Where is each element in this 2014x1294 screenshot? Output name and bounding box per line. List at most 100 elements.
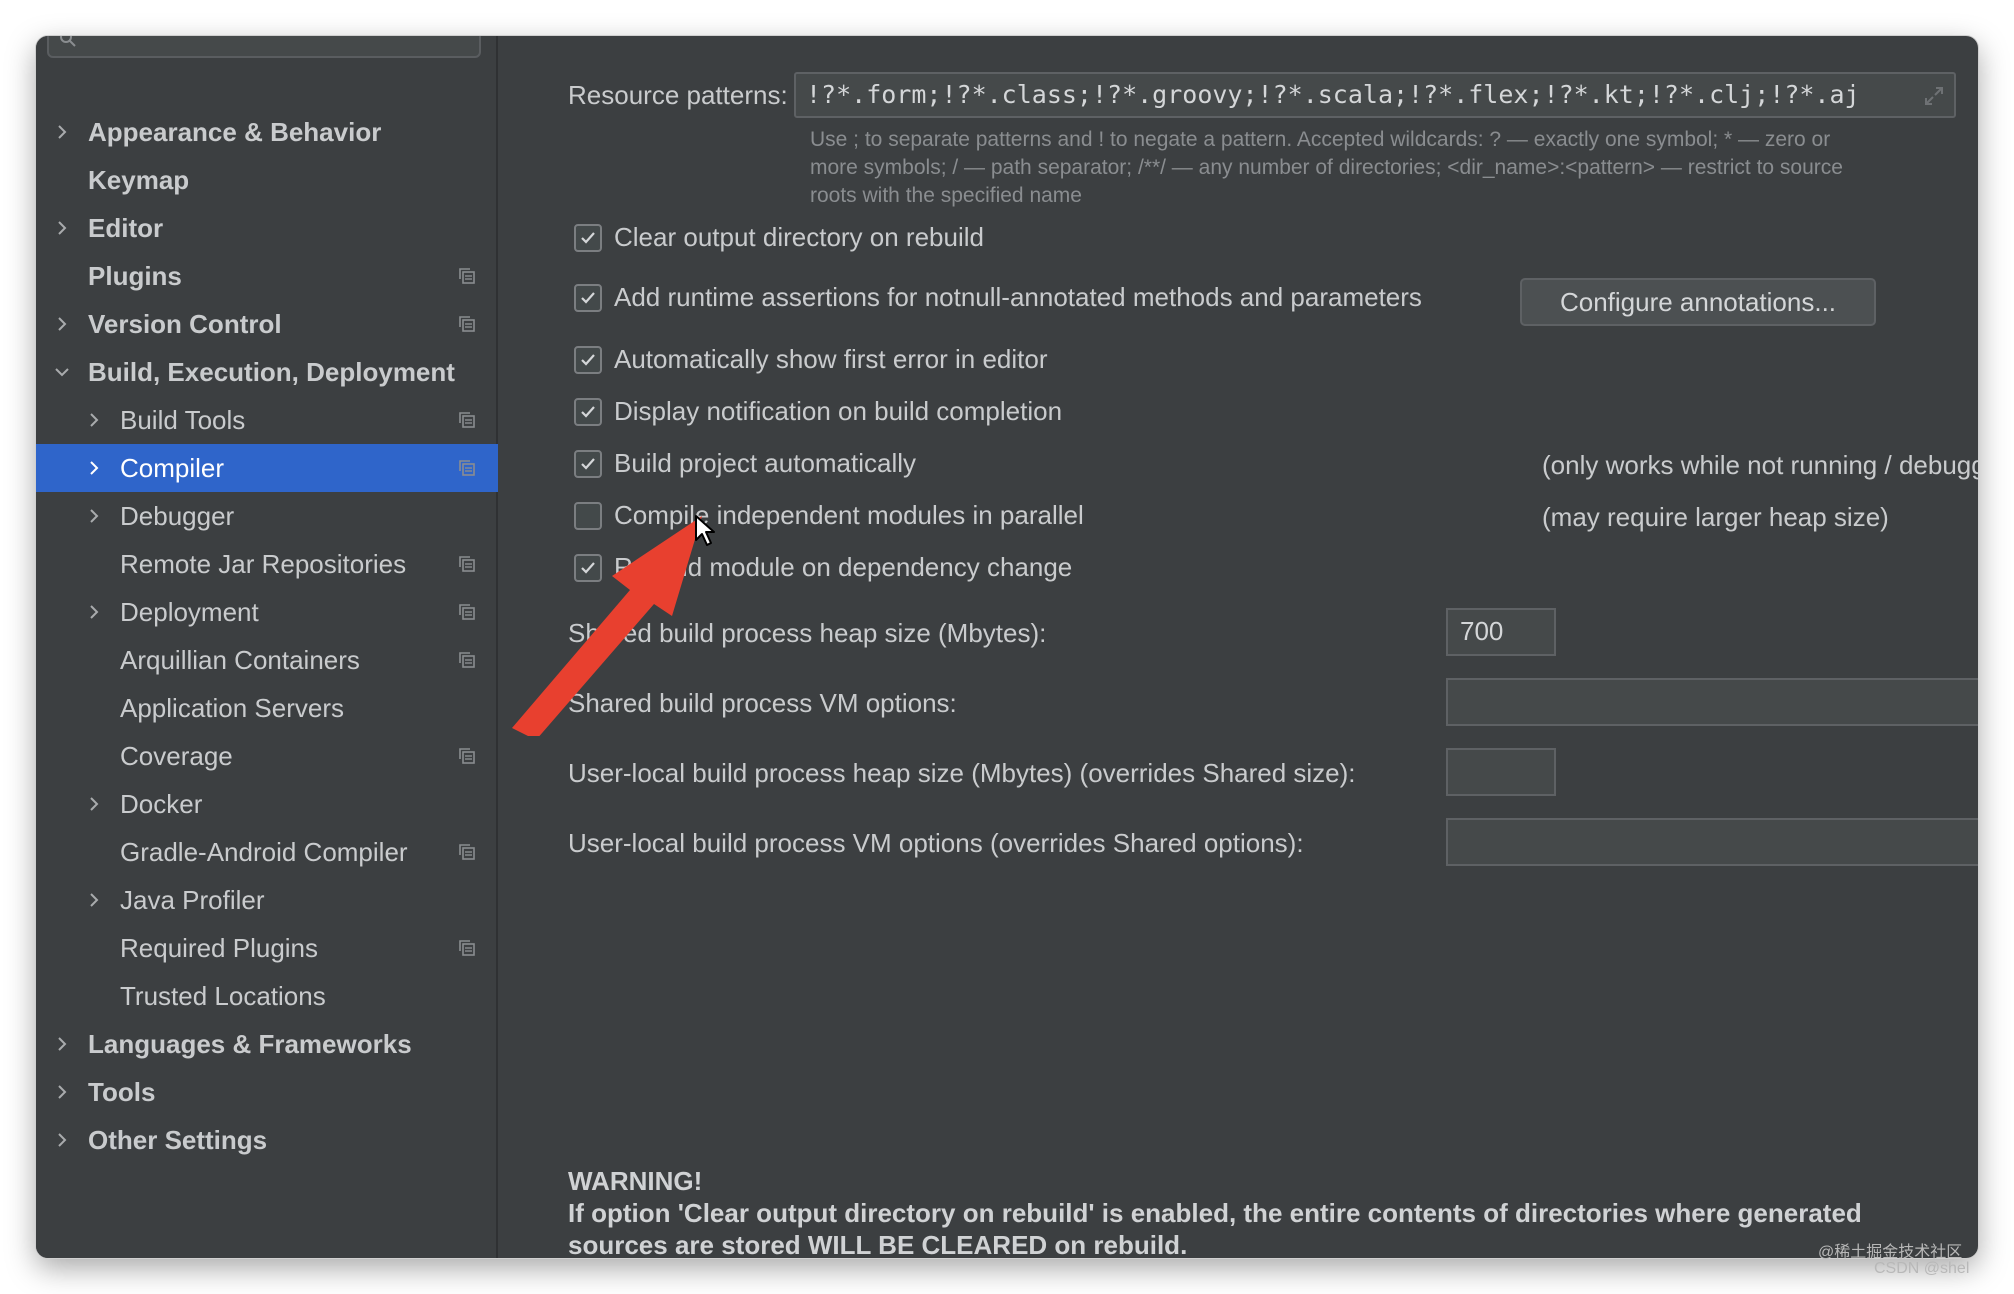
sidebar-item-label: Version Control bbox=[88, 309, 282, 339]
parallel-note: (may require larger heap size) bbox=[1542, 502, 1889, 532]
sidebar-item-compiler[interactable]: Compiler bbox=[36, 444, 498, 492]
checkmark-icon bbox=[581, 292, 595, 304]
chevron-right-icon[interactable] bbox=[84, 458, 104, 478]
project-level-icon bbox=[459, 652, 475, 668]
sidebar-item-application-servers[interactable]: Application Servers bbox=[36, 684, 498, 732]
sidebar-item-debugger[interactable]: Debugger bbox=[36, 492, 498, 540]
option-checkbox[interactable] bbox=[574, 450, 602, 478]
sidebar-item-label: Editor bbox=[88, 213, 164, 243]
option-label[interactable]: Add runtime assertions for notnull-annot… bbox=[614, 282, 1422, 313]
sidebar-item-label: Java Profiler bbox=[120, 885, 265, 915]
sidebar-item-label: Other Settings bbox=[88, 1125, 268, 1155]
sidebar-item-editor[interactable]: Editor bbox=[36, 204, 498, 252]
settings-search-input[interactable] bbox=[47, 36, 481, 58]
chevron-right-icon[interactable] bbox=[52, 1130, 72, 1150]
annotation-arrow-icon bbox=[512, 516, 702, 736]
option-label[interactable]: Automatically show first error in editor bbox=[614, 344, 1047, 375]
resource-patterns-input[interactable]: !?*.form;!?*.class;!?*.groovy;!?*.scala;… bbox=[794, 72, 1956, 118]
sidebar-item-java-profiler[interactable]: Java Profiler bbox=[36, 876, 498, 924]
option-checkbox[interactable] bbox=[574, 398, 602, 426]
chevron-right-icon[interactable] bbox=[84, 410, 104, 430]
sidebar-item-version-control[interactable]: Version Control bbox=[36, 300, 498, 348]
sidebar-item-label: Build, Execution, Deployment bbox=[88, 357, 455, 387]
watermark-line-1: @稀土掘金技术社区 bbox=[1818, 1244, 1963, 1261]
sidebar-item-arquillian-containers[interactable]: Arquillian Containers bbox=[36, 636, 498, 684]
chevron-right-icon[interactable] bbox=[52, 122, 72, 142]
warning-line-1: If option 'Clear output directory on reb… bbox=[568, 1198, 1862, 1228]
chevron-right-icon[interactable] bbox=[52, 314, 72, 334]
settings-window: Appearance & Behavior Keymap Editor Plugins… bbox=[36, 36, 1978, 1258]
sidebar-item-label: Tools bbox=[88, 1077, 156, 1107]
sidebar-item-label: Languages & Frameworks bbox=[88, 1029, 412, 1059]
sidebar-item-plugins[interactable]: Plugins bbox=[36, 252, 498, 300]
sidebar-item-tools[interactable]: Tools bbox=[36, 1068, 498, 1116]
chevron-right-icon[interactable] bbox=[84, 506, 104, 526]
sidebar-item-label: Keymap bbox=[88, 165, 190, 195]
option-label[interactable]: Clear output directory on rebuild bbox=[614, 222, 984, 253]
configure-annotations-button[interactable]: Configure annotations... bbox=[1520, 278, 1876, 326]
vm-options-input[interactable] bbox=[1446, 678, 1978, 726]
sidebar-item-label: Trusted Locations bbox=[120, 981, 326, 1011]
heap-size-input[interactable]: 700 bbox=[1446, 608, 1556, 656]
sidebar-item-remote-jar-repositories[interactable]: Remote Jar Repositories bbox=[36, 540, 498, 588]
chevron-right-icon[interactable] bbox=[84, 602, 104, 622]
option-checkbox[interactable] bbox=[574, 346, 602, 374]
sidebar-item-appearance-behavior[interactable]: Appearance & Behavior bbox=[36, 108, 498, 156]
sidebar-item-coverage[interactable]: Coverage bbox=[36, 732, 498, 780]
sidebar-item-label: Deployment bbox=[120, 597, 259, 627]
warning-line-2: sources are stored WILL BE CLEARED on re… bbox=[568, 1230, 1188, 1258]
chevron-right-icon[interactable] bbox=[52, 218, 72, 238]
checkmark-icon bbox=[581, 406, 595, 418]
option-checkbox[interactable] bbox=[574, 224, 602, 252]
warning-title: WARNING! bbox=[568, 1166, 703, 1196]
option-label[interactable]: Build project automatically bbox=[614, 448, 916, 479]
user-vm-options-label: User-local build process VM options (ove… bbox=[568, 828, 1304, 858]
sidebar-item-label: Required Plugins bbox=[120, 933, 319, 963]
sidebar-item-label: Arquillian Containers bbox=[120, 645, 360, 675]
project-level-icon bbox=[459, 412, 475, 428]
project-level-icon bbox=[459, 268, 475, 284]
user-vm-options-input[interactable] bbox=[1446, 818, 1978, 866]
sidebar-item-keymap[interactable]: Keymap bbox=[36, 156, 498, 204]
project-level-icon bbox=[459, 556, 475, 572]
project-level-icon bbox=[459, 940, 475, 956]
sidebar-item-other-settings[interactable]: Other Settings bbox=[36, 1116, 498, 1164]
checkmark-icon bbox=[581, 458, 595, 470]
resource-patterns-hint-line-1: Use ; to separate patterns and ! to nega… bbox=[810, 128, 1831, 151]
option-label[interactable]: Display notification on build completion bbox=[614, 396, 1062, 427]
sidebar-item-label: Debugger bbox=[120, 501, 235, 531]
chevron-right-icon[interactable] bbox=[84, 890, 104, 910]
search-icon bbox=[60, 36, 76, 47]
sidebar-item-label: Gradle-Android Compiler bbox=[120, 837, 408, 867]
user-heap-size-input[interactable] bbox=[1446, 748, 1556, 796]
chevron-down-icon[interactable] bbox=[52, 362, 72, 382]
chevron-right-icon[interactable] bbox=[52, 1082, 72, 1102]
sidebar-item-required-plugins[interactable]: Required Plugins bbox=[36, 924, 498, 972]
checkmark-icon bbox=[581, 232, 595, 244]
sidebar-item-label: Compiler bbox=[120, 453, 225, 483]
checkmark-icon bbox=[581, 354, 595, 366]
project-level-icon bbox=[459, 844, 475, 860]
chevron-right-icon[interactable] bbox=[52, 1034, 72, 1054]
chevron-right-icon[interactable] bbox=[84, 794, 104, 814]
build-auto-note: (only works while not running / debuggin… bbox=[1542, 450, 1978, 480]
option-checkbox[interactable] bbox=[574, 284, 602, 312]
sidebar-item-build-tools[interactable]: Build Tools bbox=[36, 396, 498, 444]
sidebar-item-deployment[interactable]: Deployment bbox=[36, 588, 498, 636]
sidebar-item-label: Application Servers bbox=[120, 693, 344, 723]
sidebar-item-languages-frameworks[interactable]: Languages & Frameworks bbox=[36, 1020, 498, 1068]
sidebar-item-label: Coverage bbox=[120, 741, 233, 771]
sidebar-item-build-execution-deployment[interactable]: Build, Execution, Deployment bbox=[36, 348, 498, 396]
resource-patterns-hint-line-3: roots with the specified name bbox=[810, 184, 1082, 207]
resource-patterns-label: Resource patterns: bbox=[568, 80, 788, 110]
sidebar-item-trusted-locations[interactable]: Trusted Locations bbox=[36, 972, 498, 1020]
sidebar-item-label: Docker bbox=[120, 789, 203, 819]
project-level-icon bbox=[459, 604, 475, 620]
expand-icon[interactable] bbox=[1924, 86, 1944, 106]
sidebar-item-label: Build Tools bbox=[120, 405, 246, 435]
sidebar-item-gradle-android-compiler[interactable]: Gradle-Android Compiler bbox=[36, 828, 498, 876]
sidebar-item-label: Appearance & Behavior bbox=[88, 117, 382, 147]
resource-patterns-value: !?*.form;!?*.class;!?*.groovy;!?*.scala;… bbox=[806, 80, 1860, 109]
sidebar-item-docker[interactable]: Docker bbox=[36, 780, 498, 828]
watermark-line-2: CSDN @shel bbox=[1874, 1260, 1970, 1277]
